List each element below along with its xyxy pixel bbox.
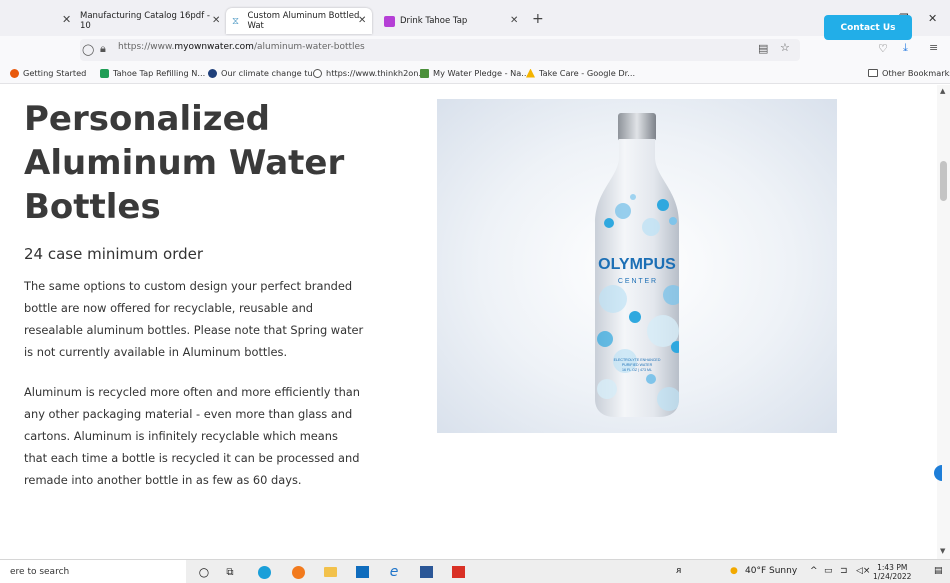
close-icon[interactable]: ✕ xyxy=(358,15,366,26)
new-tab-icon[interactable]: + xyxy=(532,11,544,27)
page-subtitle: 24 case minimum order xyxy=(24,245,204,263)
water-drop-icon: ⧖ xyxy=(232,15,240,27)
other-bookmarks-label: Other Bookmarks xyxy=(882,68,950,78)
word-icon[interactable] xyxy=(418,564,434,580)
pocket-icon[interactable]: ♡ xyxy=(878,42,888,55)
contact-us-button[interactable]: Contact Us xyxy=(824,15,912,40)
cortana-icon[interactable]: ○ xyxy=(196,564,212,580)
tab-manufacturing-catalog[interactable]: Manufacturing Catalog 16pdf - 10 ✕ xyxy=(72,8,222,34)
volume-icon[interactable]: ◁× xyxy=(856,566,870,576)
google-drive-icon xyxy=(526,68,535,78)
firefox-icon xyxy=(10,68,19,78)
menu-icon[interactable]: ≡ xyxy=(929,41,938,54)
url-path: /aluminum-water-bottles xyxy=(253,42,365,52)
window-close-icon[interactable]: ✕ xyxy=(928,12,937,25)
acrobat-icon[interactable] xyxy=(450,564,466,580)
download-icon[interactable]: ⤓ xyxy=(903,41,908,55)
bookmark-label: Our climate change tu... xyxy=(221,68,321,78)
tab-custom-aluminum[interactable]: ⧖ Custom Aluminum Bottled Wat ✕ xyxy=(226,8,372,34)
bookmark-item[interactable]: https://www.thinkh2on... xyxy=(313,68,426,78)
battery-icon[interactable]: ▭ xyxy=(824,566,833,576)
bookmark-label: My Water Pledge - Na... xyxy=(433,68,530,78)
url-domain: myownwater.com xyxy=(174,42,254,52)
bottle-cap xyxy=(618,113,656,141)
recycling-paragraph: Aluminum is recycled more often and more… xyxy=(24,385,360,487)
lock-icon[interactable]: 🔒︎ xyxy=(100,42,106,56)
windows-taskbar: ere to search ○ ⧉ e ᴙ ● 40°F Sunny ^ ▭ ⊐… xyxy=(0,559,950,583)
internet-explorer-icon[interactable]: e xyxy=(386,564,402,580)
product-image: OLYMPUS C E N T E R ELECTROLYTE ENHANCED… xyxy=(437,99,837,433)
bookmark-label: Take Care - Google Dr... xyxy=(539,68,636,78)
network-icon[interactable]: ⊐ xyxy=(840,566,848,576)
pledge-icon xyxy=(420,68,429,78)
edge-icon[interactable] xyxy=(256,564,272,580)
tab-strip: ✕ Manufacturing Catalog 16pdf - 10 ✕ ⧖ C… xyxy=(0,0,950,36)
bookmark-item[interactable]: My Water Pledge - Na... xyxy=(420,68,529,78)
navigation-bar: ◯ 🔒︎ https://www.myownwater.com/aluminum… xyxy=(0,36,950,64)
bottle-label-line2: PURIFIED WATER xyxy=(622,363,653,367)
aluminum-bottle-illustration: OLYMPUS C E N T E R ELECTROLYTE ENHANCED… xyxy=(595,113,679,417)
bookmark-item[interactable]: Our climate change tu... xyxy=(208,68,320,78)
search-placeholder: ere to search xyxy=(10,567,70,577)
close-icon[interactable]: ✕ xyxy=(62,13,71,26)
tahoe-tap-icon xyxy=(384,15,395,27)
taskbar-search[interactable]: ere to search xyxy=(0,560,186,583)
task-view-icon[interactable]: ⧉ xyxy=(222,564,238,580)
shield-icon[interactable]: ◯ xyxy=(82,43,94,56)
tahoe-tap-icon xyxy=(100,68,109,78)
globe-icon xyxy=(313,68,322,78)
folder-icon xyxy=(868,69,878,77)
tab-drink-tahoe-tap[interactable]: Drink Tahoe Tap ✕ xyxy=(378,8,528,34)
url-text[interactable]: https://www.myownwater.com/aluminum-wate… xyxy=(118,42,365,52)
clock-date: 1/24/2022 xyxy=(873,572,912,581)
bottle-label-line3: 16 FL OZ | 473 ML xyxy=(622,368,652,372)
people-icon[interactable]: ᴙ xyxy=(676,566,681,576)
weather-sun-icon[interactable]: ● xyxy=(730,566,738,576)
bookmark-item[interactable]: Getting Started xyxy=(10,68,86,78)
scroll-up-icon[interactable]: ▲ xyxy=(940,87,945,95)
other-bookmarks[interactable]: Other Bookmarks xyxy=(868,68,950,78)
bottle-label-line1: ELECTROLYTE ENHANCED xyxy=(614,358,661,362)
tab-title: Manufacturing Catalog 16pdf - 10 xyxy=(80,11,210,31)
weather-text[interactable]: 40°F Sunny xyxy=(745,566,797,576)
clock-time: 1:43 PM xyxy=(877,563,908,572)
url-prefix: https://www. xyxy=(118,42,175,52)
bookmark-item[interactable]: Take Care - Google Dr... xyxy=(526,68,635,78)
climate-icon xyxy=(208,68,217,78)
reader-view-icon[interactable]: ▤ xyxy=(758,42,768,55)
bookmark-label: Tahoe Tap Refilling N... xyxy=(113,68,206,78)
bookmark-star-icon[interactable]: ☆ xyxy=(780,41,790,54)
bookmarks-bar: Getting Started Tahoe Tap Refilling N...… xyxy=(0,64,950,84)
tab-title: Custom Aluminum Bottled Wat xyxy=(247,11,360,31)
bookmark-label: https://www.thinkh2on... xyxy=(326,68,427,78)
notification-icon[interactable]: ▤ xyxy=(934,566,943,576)
scroll-thumb[interactable] xyxy=(940,161,947,201)
tab-title: Drink Tahoe Tap xyxy=(400,16,468,26)
page-content: Personalized Aluminum Water Bottles 24 c… xyxy=(0,85,937,559)
system-clock[interactable]: 1:43 PM 1/24/2022 xyxy=(873,563,911,581)
tray-chevron-icon[interactable]: ^ xyxy=(810,566,818,576)
page-title: Personalized Aluminum Water Bottles xyxy=(24,99,345,227)
intro-paragraph: The same options to custom design your p… xyxy=(24,279,364,359)
vertical-scrollbar[interactable]: ▲ ▼ xyxy=(937,85,950,559)
bottle-brand-text: OLYMPUS xyxy=(598,256,676,273)
close-icon[interactable]: ✕ xyxy=(510,15,518,26)
bookmark-label: Getting Started xyxy=(23,68,87,78)
close-icon[interactable]: ✕ xyxy=(212,15,220,26)
outlook-icon[interactable] xyxy=(354,564,370,580)
bottle-brand-subtext: C E N T E R xyxy=(618,278,656,285)
firefox-icon[interactable] xyxy=(290,564,306,580)
bookmark-item[interactable]: Tahoe Tap Refilling N... xyxy=(100,68,205,78)
scroll-down-icon[interactable]: ▼ xyxy=(940,547,945,555)
file-explorer-icon[interactable] xyxy=(322,564,338,580)
